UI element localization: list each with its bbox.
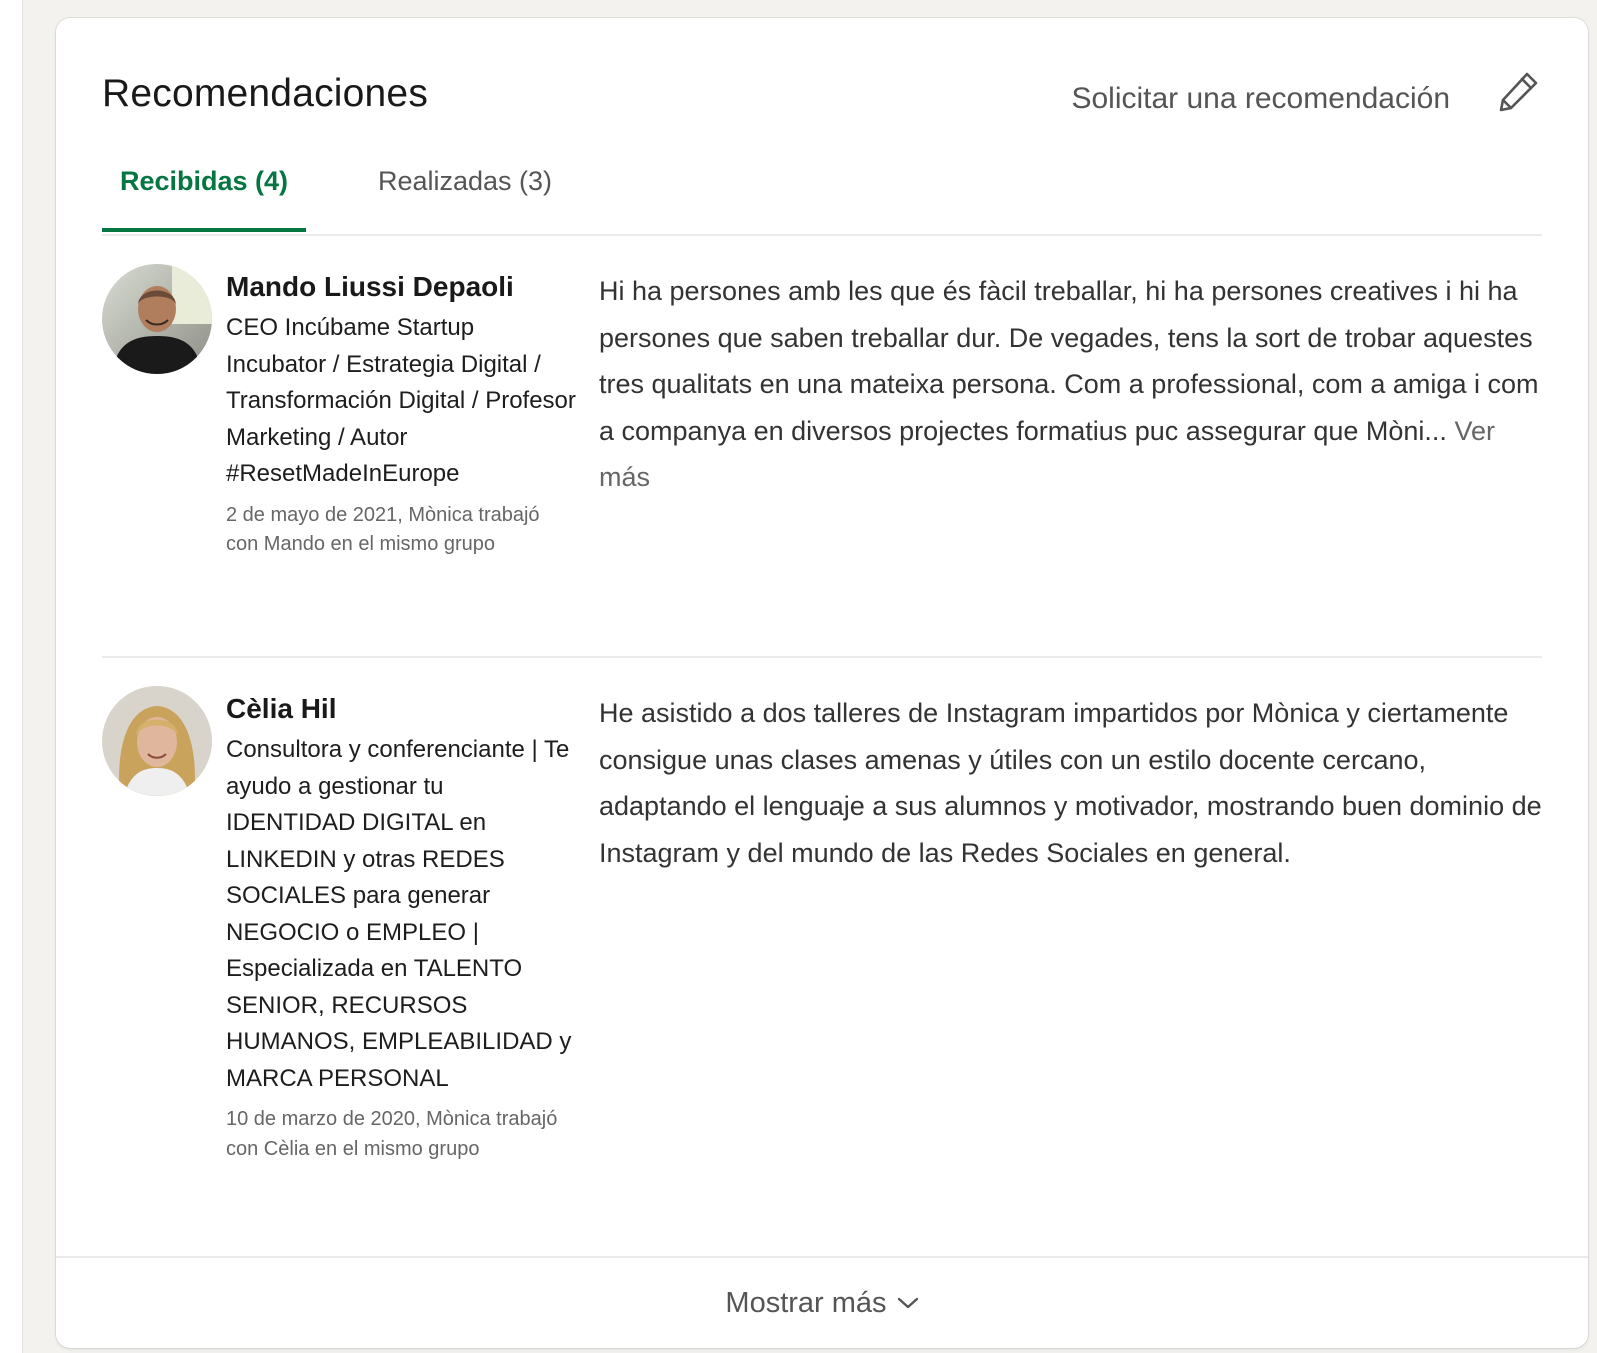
recommender-headline: CEO Incúbame Startup Incubator / Estrate… <box>226 314 576 487</box>
section-title: Recomendaciones <box>102 72 429 115</box>
recommender-info: Cèlia Hil Consultora y conferenciante | … <box>226 690 576 1164</box>
recommendations-card: Recomendaciones Solicitar una recomendac… <box>56 18 1588 1348</box>
tab-given[interactable]: Realizadas (3) <box>360 158 570 232</box>
recommendation-body: He asistido a dos talleres de Instagram … <box>599 698 1542 868</box>
recommender-name[interactable]: Mando Liussi Depaoli <box>226 268 576 306</box>
recommendation-text: He asistido a dos talleres de Instagram … <box>599 690 1542 876</box>
recommendation-item: Cèlia Hil Consultora y conferenciante | … <box>102 668 1542 1238</box>
show-more-button[interactable]: Mostrar más <box>56 1256 1588 1348</box>
card-header: Recomendaciones Solicitar una recomendac… <box>102 66 1542 126</box>
left-panel-edge <box>0 0 23 1353</box>
avatar[interactable] <box>102 686 212 796</box>
recommendation-item: Mando Liussi Depaoli CEO Incúbame Startu… <box>102 246 1542 658</box>
avatar-photo-celia <box>102 686 212 796</box>
recommendation-text: Hi ha persones amb les que és fàcil treb… <box>599 268 1542 501</box>
edit-button[interactable] <box>1494 68 1542 116</box>
tab-received[interactable]: Recibidas (4) <box>102 158 306 232</box>
recommender-name[interactable]: Cèlia Hil <box>226 690 576 728</box>
recommendation-meta: 10 de marzo de 2020, Mònica trabajó con … <box>226 1108 558 1160</box>
recommendation-tabs: Recibidas (4) Realizadas (3) <box>102 158 1542 236</box>
recommendation-meta: 2 de mayo de 2021, Mònica trabajó con Ma… <box>226 503 540 556</box>
recommender-headline: Consultora y conferenciante | Te ayudo a… <box>226 736 572 1092</box>
chevron-down-icon <box>897 1297 918 1309</box>
avatar[interactable] <box>102 264 212 374</box>
avatar-photo-mando <box>102 264 212 374</box>
request-recommendation-link[interactable]: Solicitar una recomendación <box>1071 82 1450 116</box>
pencil-icon <box>1499 72 1538 112</box>
recommendation-body: Hi ha persones amb les que és fàcil treb… <box>599 276 1539 446</box>
show-more-label: Mostrar más <box>725 1286 887 1319</box>
recommender-info: Mando Liussi Depaoli CEO Incúbame Startu… <box>226 268 576 560</box>
